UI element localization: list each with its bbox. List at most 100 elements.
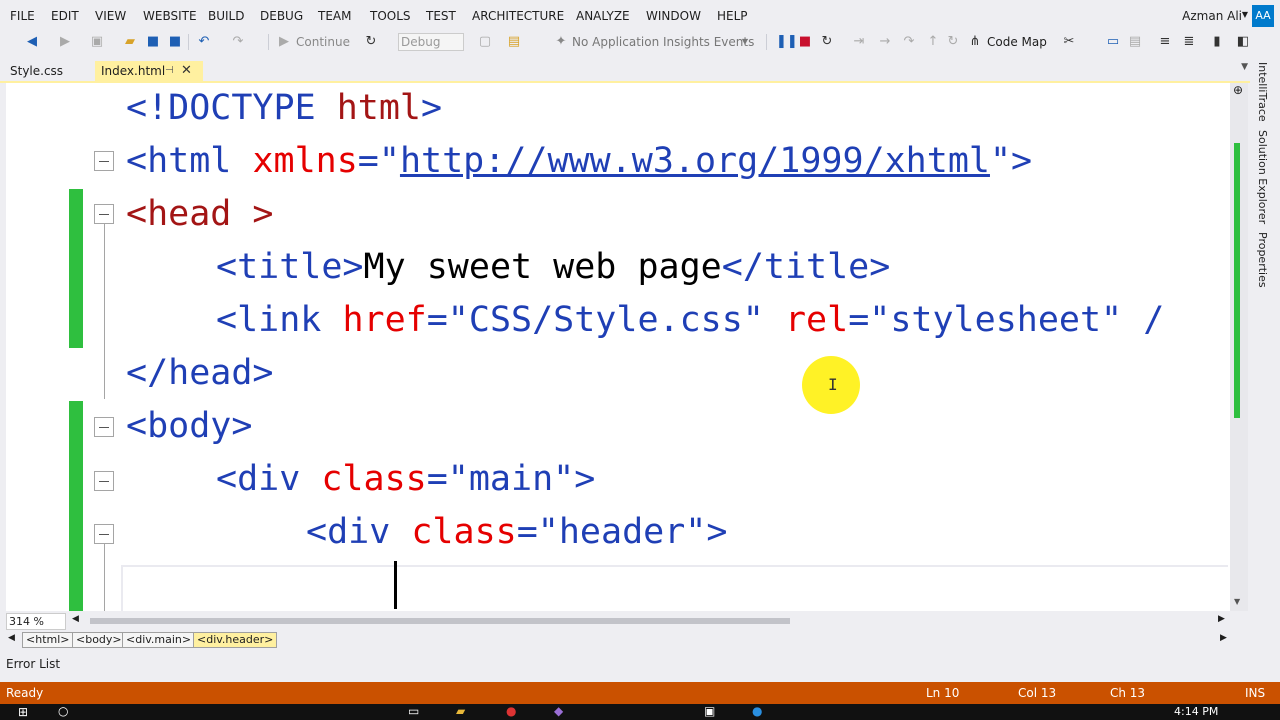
windows-start-icon[interactable]: ⊞ bbox=[18, 705, 28, 719]
scroll-thumb[interactable] bbox=[1234, 143, 1240, 418]
breadcrumb-html[interactable]: <html> bbox=[22, 632, 74, 648]
rail-intellitrace[interactable]: IntelliTrace bbox=[1256, 62, 1269, 122]
collapse-icon[interactable] bbox=[94, 151, 114, 171]
code-line-5: <link href="CSS/Style.css" rel="styleshe… bbox=[216, 300, 1165, 340]
menu-window[interactable]: WINDOW bbox=[646, 9, 701, 23]
config-select[interactable]: Debug bbox=[398, 33, 464, 51]
breadcrumb-body[interactable]: <body> bbox=[72, 632, 126, 648]
tools-icon[interactable]: ✂ bbox=[1062, 33, 1076, 51]
menu-analyze[interactable]: ANALYZE bbox=[576, 9, 630, 23]
redo-icon[interactable]: ↷ bbox=[230, 33, 246, 51]
search-icon[interactable]: ○ bbox=[58, 704, 68, 718]
code-editor[interactable]: <!DOCTYPE html> <html xmlns="http://www.… bbox=[6, 83, 1230, 611]
rail-properties[interactable]: Properties bbox=[1256, 232, 1269, 288]
namespace-link[interactable]: http://www.w3.org/1999/xhtml bbox=[400, 141, 990, 181]
forward-icon[interactable]: ▶ bbox=[58, 33, 72, 51]
chevron-down-icon[interactable]: ▼ bbox=[740, 33, 750, 51]
menu-architecture[interactable]: ARCHITECTURE bbox=[472, 9, 564, 23]
step-into-icon[interactable]: → bbox=[878, 33, 892, 51]
menu-test[interactable]: TEST bbox=[426, 9, 456, 23]
avatar[interactable]: AA bbox=[1252, 5, 1274, 27]
scroll-down-icon[interactable]: ▼ bbox=[1234, 597, 1240, 606]
code-map-icon[interactable]: ⋔ bbox=[968, 33, 982, 51]
menu-help[interactable]: HELP bbox=[717, 9, 748, 23]
attach-icon[interactable]: ▢ bbox=[478, 33, 492, 51]
file-explorer-icon[interactable]: ▰ bbox=[456, 704, 465, 718]
restart-icon[interactable]: ↻ bbox=[364, 33, 378, 51]
collapse-icon[interactable] bbox=[94, 524, 114, 544]
ibeam-cursor-icon: I bbox=[828, 375, 838, 394]
pin-icon[interactable]: ⊣ bbox=[165, 61, 174, 81]
tab-strip: Style.css Index.html ⊣ ✕ ▼ bbox=[0, 60, 1250, 83]
close-icon[interactable]: ✕ bbox=[181, 61, 192, 81]
visual-studio-icon[interactable]: ◆ bbox=[554, 704, 563, 718]
open-folder-icon[interactable]: ▰ bbox=[122, 33, 138, 51]
tab-style-css[interactable]: Style.css bbox=[4, 61, 69, 81]
menu-edit[interactable]: EDIT bbox=[51, 9, 79, 23]
menu-bar: FILE EDIT VIEW WEBSITE BUILD DEBUG TEAM … bbox=[0, 0, 1280, 30]
horizontal-scroll-thumb[interactable] bbox=[90, 618, 790, 624]
format-icon[interactable]: ≡ bbox=[1158, 33, 1172, 51]
menu-view[interactable]: VIEW bbox=[95, 9, 126, 23]
collapse-icon[interactable] bbox=[94, 417, 114, 437]
show-next-icon[interactable]: ⇥ bbox=[852, 33, 866, 51]
status-insert-mode: INS bbox=[1245, 686, 1266, 700]
new-project-icon[interactable]: ▣ bbox=[90, 33, 104, 51]
collapse-icon[interactable] bbox=[94, 471, 114, 491]
menu-team[interactable]: TEAM bbox=[318, 9, 351, 23]
skype-icon[interactable]: ● bbox=[752, 704, 762, 718]
bookmark-icon[interactable]: ▮ bbox=[1210, 33, 1224, 51]
toolbar: ◀ ▶ ▣ ▰ ■ ■ ↶ ↷ ▶ Continue ↻ Debug ▢ ▤ ✦… bbox=[0, 30, 1280, 54]
scroll-left-icon[interactable]: ◀ bbox=[72, 614, 79, 624]
taskbar: ⊞ ○ ▭ ▰ ● ◆ ▣ ● 4:14 PM bbox=[0, 704, 1280, 720]
menu-build[interactable]: BUILD bbox=[208, 9, 244, 23]
stop-icon[interactable]: ■ bbox=[798, 33, 812, 51]
save-icon[interactable]: ■ bbox=[146, 33, 160, 51]
chrome-icon[interactable]: ● bbox=[506, 704, 516, 718]
tab-index-html[interactable]: Index.html ⊣ ✕ bbox=[95, 61, 203, 81]
code-line-8: <div class="main"> bbox=[216, 459, 596, 499]
menu-debug[interactable]: DEBUG bbox=[260, 9, 303, 23]
undo-icon[interactable]: ↶ bbox=[196, 33, 212, 51]
scroll-right-icon[interactable]: ▶ bbox=[1218, 614, 1225, 624]
restart-icon[interactable]: ↻ bbox=[820, 33, 834, 51]
back-icon[interactable]: ◀ bbox=[24, 33, 40, 51]
scroll-left-icon[interactable]: ◀ bbox=[8, 633, 15, 643]
breadcrumb-div-main[interactable]: <div.main> bbox=[122, 632, 196, 648]
pause-icon[interactable]: ❚❚ bbox=[776, 33, 798, 51]
zoom-row: 314 % ◀ ▶ bbox=[0, 612, 1250, 630]
breadcrumb-div-header[interactable]: <div.header> bbox=[193, 632, 278, 648]
task-view-icon[interactable]: ▭ bbox=[408, 704, 419, 718]
chevron-down-icon[interactable]: ▼ bbox=[1241, 62, 1248, 72]
continue-button[interactable]: Continue bbox=[296, 33, 350, 51]
scroll-right-icon[interactable]: ▶ bbox=[1220, 633, 1227, 643]
bookmark-prev-icon[interactable]: ◧ bbox=[1236, 33, 1250, 51]
split-icon[interactable]: ⊕ bbox=[1233, 83, 1243, 97]
menu-file[interactable]: FILE bbox=[10, 9, 35, 23]
chevron-down-icon[interactable]: ▼ bbox=[1242, 10, 1248, 19]
step-over-icon[interactable]: ↷ bbox=[902, 33, 916, 51]
indent-icon[interactable]: ≣ bbox=[1182, 33, 1196, 51]
save-all-icon[interactable]: ■ bbox=[168, 33, 182, 51]
rail-solution-explorer[interactable]: Solution Explorer bbox=[1256, 130, 1269, 224]
step-out-icon[interactable]: ↑ bbox=[926, 33, 940, 51]
play-icon[interactable]: ▶ bbox=[278, 33, 290, 51]
window-icon[interactable]: ▤ bbox=[1128, 33, 1142, 51]
browser-link-icon[interactable]: ▤ bbox=[506, 33, 522, 51]
layout-icon[interactable]: ▭ bbox=[1106, 33, 1120, 51]
insights-icon[interactable]: ✦ bbox=[554, 33, 568, 51]
user-name[interactable]: Azman Ali bbox=[1182, 9, 1242, 23]
code-map-button[interactable]: Code Map bbox=[987, 33, 1047, 51]
collapse-icon[interactable] bbox=[94, 204, 114, 224]
breadcrumb: ◀ <html> <body> <div.main> <div.header> … bbox=[0, 631, 1250, 649]
refresh-icon[interactable]: ↻ bbox=[946, 33, 960, 51]
app-icon[interactable]: ▣ bbox=[704, 704, 715, 718]
menu-website[interactable]: WEBSITE bbox=[143, 9, 197, 23]
vertical-scrollbar[interactable]: ⊕ ▼ bbox=[1230, 83, 1248, 611]
insights-button[interactable]: No Application Insights Events bbox=[572, 33, 754, 51]
error-list-tab[interactable]: Error List bbox=[6, 657, 60, 671]
clock[interactable]: 4:14 PM bbox=[1174, 705, 1218, 718]
menu-tools[interactable]: TOOLS bbox=[370, 9, 411, 23]
status-char: Ch 13 bbox=[1110, 686, 1146, 700]
zoom-select[interactable]: 314 % bbox=[6, 613, 66, 630]
